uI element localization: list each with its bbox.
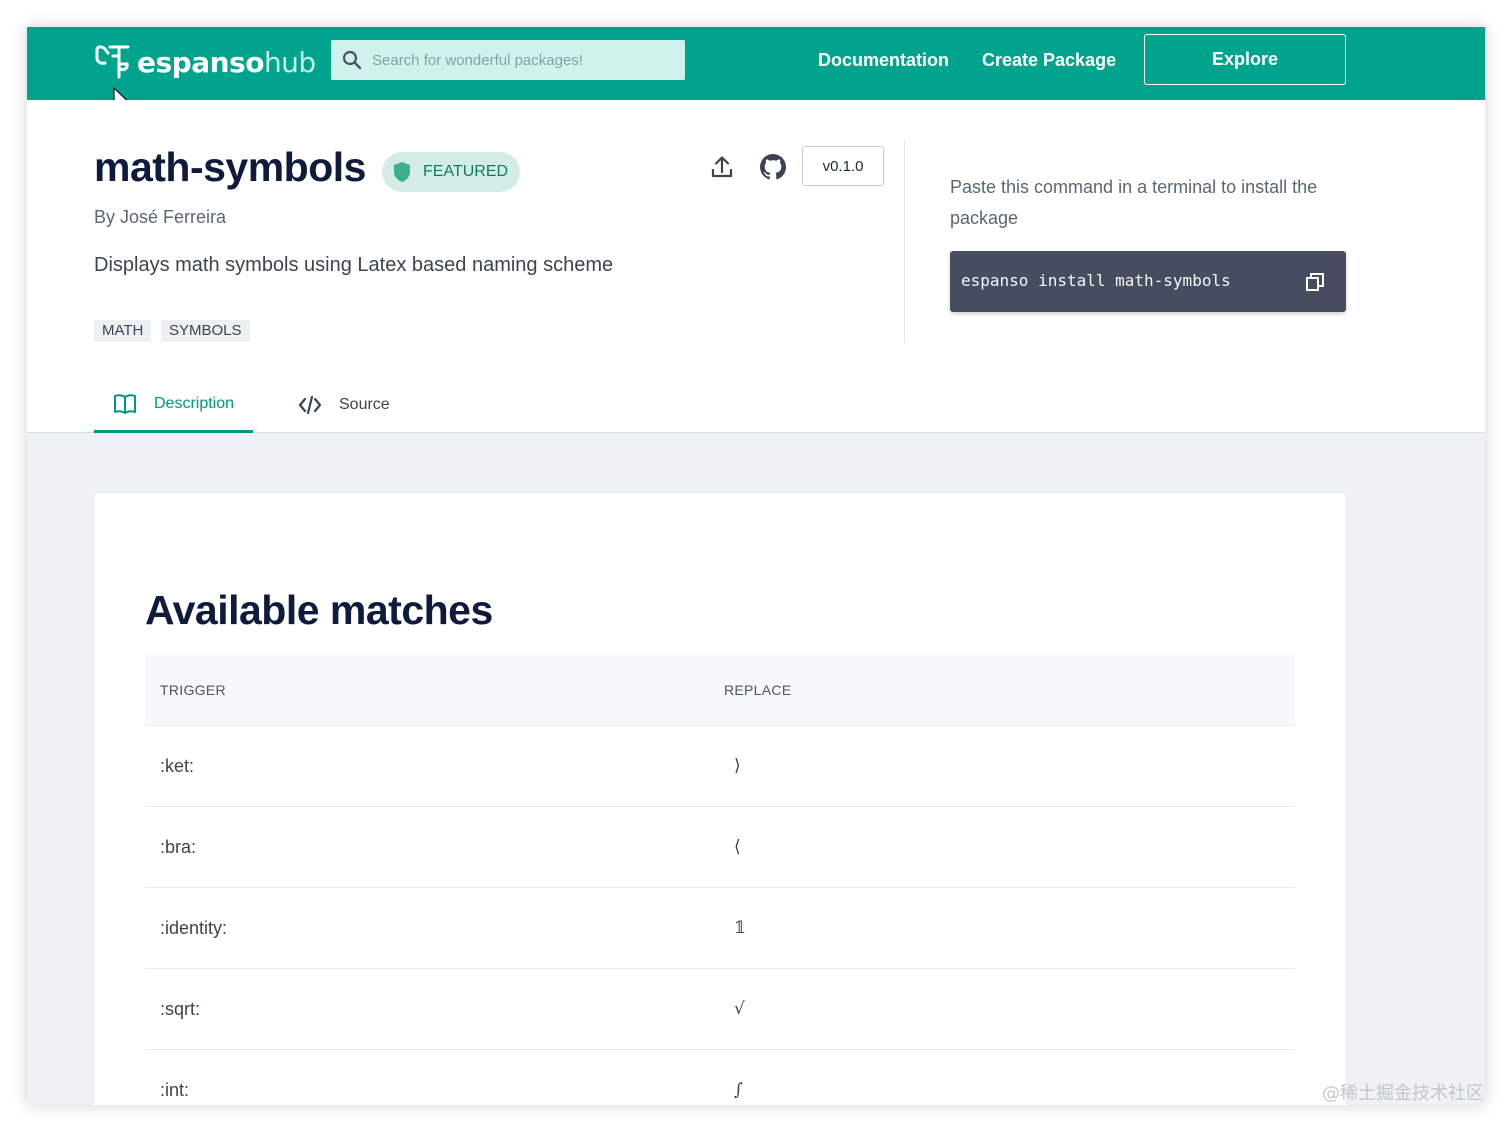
- trigger-cell: :bra:: [160, 837, 197, 857]
- github-icon[interactable]: [760, 154, 786, 180]
- description-card: Available matches TRIGGER REPLACE :ket: …: [94, 493, 1346, 1105]
- matches-table: TRIGGER REPLACE :ket: ⟩ :bra: ⟨ :identit…: [145, 655, 1295, 1105]
- book-open-icon: [114, 393, 136, 414]
- replace-cell: ∫: [734, 1080, 743, 1100]
- browser-viewport: espansohub Documentation Create Package …: [27, 27, 1485, 1105]
- column-header-trigger: TRIGGER: [160, 682, 226, 698]
- table-row: :identity: 𝟙: [145, 888, 1295, 969]
- tab-description[interactable]: Description: [94, 377, 253, 433]
- trigger-cell: :ket:: [160, 756, 195, 776]
- table-row: :sqrt: √: [145, 969, 1295, 1050]
- available-matches-heading: Available matches: [145, 587, 493, 633]
- table-row: :int: ∫: [145, 1050, 1295, 1105]
- package-search-box[interactable]: [331, 40, 685, 80]
- package-description: Displays math symbols using Latex based …: [94, 254, 614, 276]
- espanso-logo-icon: [95, 45, 130, 79]
- shield-icon: [394, 162, 410, 182]
- replace-cell: 𝟙: [734, 918, 746, 938]
- espansohub-logo[interactable]: espansohub: [93, 44, 316, 80]
- top-navbar: espansohub Documentation Create Package …: [27, 27, 1485, 100]
- trigger-cell: :int:: [160, 1080, 190, 1100]
- table-row: :bra: ⟨: [145, 807, 1295, 888]
- package-header: math-symbols FEATURED By José Ferreira D…: [27, 100, 1485, 433]
- nav-documentation-link[interactable]: Documentation: [818, 50, 949, 71]
- tab-description-label: Description: [154, 394, 235, 412]
- code-icon: [298, 395, 322, 415]
- watermark: @稀土掘金技术社区: [1322, 1083, 1484, 1104]
- package-title: math-symbols: [94, 144, 366, 190]
- column-header-replace: REPLACE: [724, 682, 792, 698]
- search-input[interactable]: [372, 51, 672, 69]
- install-command-text[interactable]: espanso install math-symbols: [961, 271, 1231, 290]
- replace-cell: ⟩: [734, 756, 741, 776]
- trigger-cell: :sqrt:: [160, 999, 201, 1019]
- copy-icon[interactable]: [1305, 272, 1325, 292]
- featured-badge: FEATURED: [382, 152, 521, 192]
- nav-create-package-link[interactable]: Create Package: [982, 50, 1116, 71]
- search-icon: [342, 50, 362, 70]
- table-row: :ket: ⟩: [145, 726, 1295, 807]
- package-author: By José Ferreira: [94, 207, 227, 227]
- featured-label: FEATURED: [423, 163, 509, 180]
- trigger-cell: :identity:: [160, 918, 228, 938]
- replace-cell: ⟨: [734, 837, 741, 857]
- explore-button[interactable]: Explore: [1144, 34, 1346, 85]
- install-instructions: Paste this command in a terminal to inst…: [950, 177, 1318, 228]
- tag-symbols[interactable]: SYMBOLS: [161, 320, 250, 342]
- tab-source-label: Source: [339, 396, 390, 413]
- tab-source[interactable]: Source: [298, 377, 408, 433]
- header-divider: [904, 140, 905, 343]
- logo-wordmark: espansohub: [137, 45, 316, 79]
- replace-cell: √: [734, 999, 745, 1019]
- share-upload-icon[interactable]: [711, 155, 733, 179]
- table-header: TRIGGER REPLACE: [145, 655, 1295, 726]
- version-selector[interactable]: v0.1.0: [802, 146, 884, 186]
- tag-math[interactable]: MATH: [94, 320, 152, 342]
- install-command-box[interactable]: espanso install math-symbols: [950, 251, 1346, 312]
